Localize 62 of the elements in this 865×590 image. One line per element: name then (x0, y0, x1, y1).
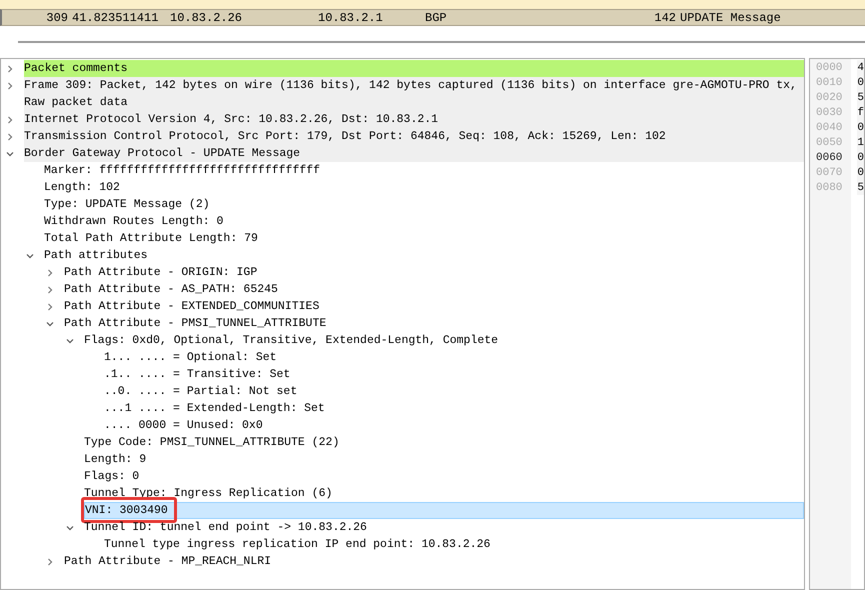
tree-row[interactable]: Length: 102 (44, 179, 804, 196)
tree-row[interactable]: Transmission Control Protocol, Src Port: 179, Dst Port: 64846, Seq: 108, Ack: 15269, Len: 102 (24, 128, 804, 145)
tree-row[interactable]: Path attributes (44, 247, 804, 264)
chevron-down-icon[interactable] (66, 336, 74, 344)
byte-offset: 0000 (815, 61, 844, 75)
tree-row[interactable]: Tunnel ID: tunnel end point -> 10.83.2.26 (84, 519, 804, 536)
chevron-right-icon[interactable] (6, 116, 14, 124)
byte-offset: 0030 (815, 106, 844, 120)
tree-row[interactable]: Internet Protocol Version 4, Src: 10.83.2.26, Dst: 10.83.2.1 (24, 111, 804, 128)
chevron-right-icon[interactable] (46, 558, 54, 566)
byte-offset: 0080 (815, 181, 844, 195)
chevron-right-icon[interactable] (46, 268, 54, 276)
byte-offset: 0010 (815, 76, 844, 90)
byte-offset: 0050 (815, 136, 844, 150)
hex-bytes: 5 (857, 90, 864, 105)
tree-row[interactable]: Path Attribute - ORIGIN: IGP (64, 264, 804, 281)
hex-bytes: 1 (857, 135, 864, 150)
tree-row[interactable]: Length: 9 (84, 451, 804, 468)
tree-row[interactable]: Path Attribute - AS_PATH: 65245 (64, 281, 804, 298)
chevron-down-icon[interactable] (66, 524, 74, 532)
tree-row[interactable]: Total Path Attribute Length: 79 (44, 230, 804, 247)
byte-offset: 0070 (815, 166, 844, 180)
chevron-right-icon[interactable] (6, 64, 14, 72)
tree-row[interactable]: 1... .... = Optional: Set (104, 349, 804, 366)
chevron-right-icon[interactable] (6, 82, 14, 90)
tree-row[interactable]: ...1 .... = Extended-Length: Set (104, 400, 804, 417)
tree-row[interactable]: VNI: 3003490 (84, 502, 804, 519)
tree-row[interactable]: Marker: ffffffffffffffffffffffffffffffff (44, 162, 804, 179)
tree-row[interactable]: Raw packet data (24, 94, 804, 111)
hex-bytes: 0 (857, 120, 864, 135)
byte-offset: 0060 (815, 151, 844, 165)
tree-row[interactable]: Type Code: PMSI_TUNNEL_ATTRIBUTE (22) (84, 434, 804, 451)
tree-row[interactable]: .1.. .... = Transitive: Set (104, 366, 804, 383)
chevron-right-icon[interactable] (6, 132, 14, 140)
tree-row[interactable]: ..0. .... = Partial: Not set (104, 383, 804, 400)
hex-bytes: 0 (857, 150, 864, 165)
hex-bytes: 4 (857, 60, 864, 75)
tree-row[interactable]: Border Gateway Protocol - UPDATE Message (24, 145, 804, 162)
tree-row[interactable]: Path Attribute - EXTENDED_COMMUNITIES (64, 298, 804, 315)
hex-bytes: f (857, 105, 864, 120)
packet-row[interactable]: 309 41.823511411 10.83.2.26 10.83.2.1 BGP 142 UPDATE Message (0, 9, 865, 26)
hex-bytes: 0 (857, 75, 864, 90)
tree-row[interactable]: Packet comments (24, 60, 804, 77)
tree-row[interactable]: Flags: 0 (84, 468, 804, 485)
tree-row[interactable]: Tunnel type ingress replication IP end point: 10.83.2.26 (104, 536, 804, 553)
tree-row[interactable]: Type: UPDATE Message (2) (44, 196, 804, 213)
hex-bytes: 0 (857, 165, 864, 180)
byte-offset: 0020 (815, 91, 844, 105)
chevron-down-icon[interactable] (6, 150, 14, 158)
chevron-right-icon[interactable] (46, 286, 54, 294)
hex-bytes: 5 (857, 180, 864, 195)
tree-row[interactable]: Frame 309: Packet, 142 bytes on wire (1136 bits), 142 bytes captured (1136 bits) on interface gre-AGMOTU-PRO tx, (24, 77, 804, 94)
tree-row[interactable]: Flags: 0xd0, Optional, Transitive, Extended-Length, Complete (84, 332, 804, 349)
byte-offset: 0040 (815, 121, 844, 135)
chevron-down-icon[interactable] (46, 320, 54, 328)
tree-row[interactable]: Path Attribute - PMSI_TUNNEL_ATTRIBUTE (64, 315, 804, 332)
tree-row[interactable]: Withdrawn Routes Length: 0 (44, 213, 804, 230)
chevron-right-icon[interactable] (46, 302, 54, 310)
tree-row[interactable]: Tunnel Type: Ingress Replication (6) (84, 485, 804, 502)
chevron-down-icon[interactable] (26, 252, 34, 260)
tree-row[interactable]: .... 0000 = Unused: 0x0 (104, 417, 804, 434)
tree-row[interactable]: Path Attribute - MP_REACH_NLRI (64, 553, 804, 570)
